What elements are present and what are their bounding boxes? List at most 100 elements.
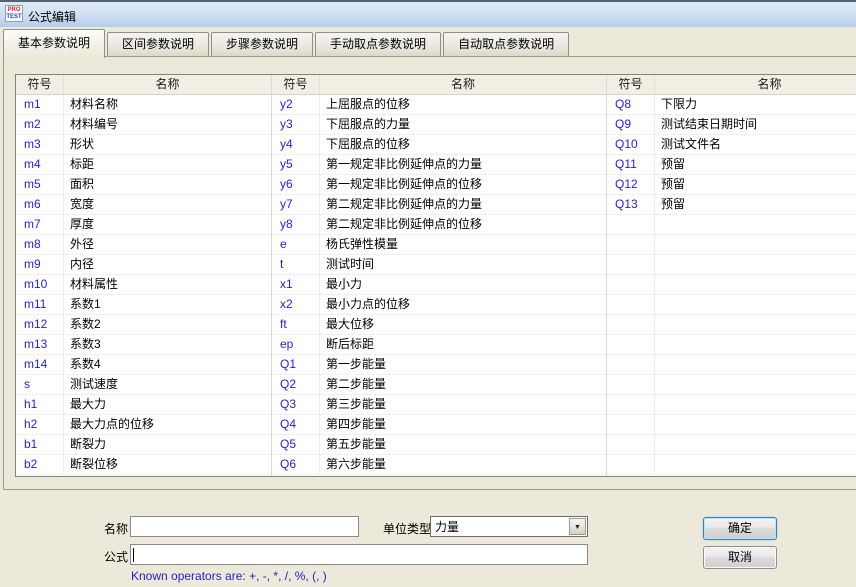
- table-row[interactable]: m3形状: [16, 135, 271, 155]
- table-header-row: 符号名称: [272, 75, 606, 95]
- parameter-name: 外径: [64, 235, 271, 254]
- cancel-button[interactable]: 取消: [703, 546, 777, 569]
- table-row[interactable]: m8外径: [16, 235, 271, 255]
- parameter-name: 材料属性: [64, 275, 271, 294]
- column-header-symbol: 符号: [16, 75, 64, 94]
- parameter-name: 第三步能量: [320, 395, 606, 414]
- text-caret: [133, 548, 134, 562]
- tab-strip: 基本参数说明 区间参数说明 步骤参数说明 手动取点参数说明 自动取点参数说明: [3, 28, 571, 57]
- formula-input[interactable]: [130, 544, 588, 565]
- parameter-symbol: [607, 215, 655, 234]
- table-row[interactable]: Q5第五步能量: [272, 435, 606, 455]
- table-row[interactable]: m14系数4: [16, 355, 271, 375]
- table-row[interactable]: e杨氏弹性模量: [272, 235, 606, 255]
- parameter-name: 测试结束日期时间: [655, 115, 856, 134]
- parameter-symbol: Q11: [607, 155, 655, 174]
- formula-label: 公式: [104, 548, 128, 565]
- parameter-name: [655, 415, 856, 434]
- parameter-symbol: Q5: [272, 435, 320, 454]
- tab-basic-params[interactable]: 基本参数说明: [3, 29, 105, 58]
- parameter-symbol: Q12: [607, 175, 655, 194]
- table-row[interactable]: s测试速度: [16, 375, 271, 395]
- table-row[interactable]: y3下屈服点的力量: [272, 115, 606, 135]
- parameter-name: [655, 455, 856, 474]
- table-row[interactable]: y8第二规定非比例延伸点的位移: [272, 215, 606, 235]
- table-row[interactable]: m4标距: [16, 155, 271, 175]
- parameter-symbol: e: [272, 235, 320, 254]
- tab-manual-point-params[interactable]: 手动取点参数说明: [315, 32, 441, 57]
- parameter-name: 测试速度: [64, 375, 271, 394]
- table-row: [607, 375, 856, 395]
- table-row[interactable]: b2断裂位移: [16, 455, 271, 475]
- table-row[interactable]: t测试时间: [272, 255, 606, 275]
- name-input[interactable]: [130, 516, 359, 537]
- parameter-symbol: [607, 255, 655, 274]
- parameter-name: 上屈服点的位移: [320, 95, 606, 114]
- parameter-symbol: Q1: [272, 355, 320, 374]
- parameter-symbol: Q2: [272, 375, 320, 394]
- table-row: [607, 455, 856, 475]
- table-row[interactable]: m2材料编号: [16, 115, 271, 135]
- table-row[interactable]: m9内径: [16, 255, 271, 275]
- parameter-name: 最大位移: [320, 315, 606, 334]
- parameter-name: 第二规定非比例延伸点的力量: [320, 195, 606, 214]
- table-row[interactable]: y2上屈服点的位移: [272, 95, 606, 115]
- table-row[interactable]: h2最大力点的位移: [16, 415, 271, 435]
- parameter-name: [655, 235, 856, 254]
- table-row[interactable]: ft最大位移: [272, 315, 606, 335]
- table-row[interactable]: ep断后标距: [272, 335, 606, 355]
- table-row[interactable]: h1最大力: [16, 395, 271, 415]
- table-row[interactable]: y7第二规定非比例延伸点的力量: [272, 195, 606, 215]
- parameter-symbol: y7: [272, 195, 320, 214]
- table-row[interactable]: Q6第六步能量: [272, 455, 606, 475]
- parameter-symbol: Q8: [607, 95, 655, 114]
- table-row[interactable]: m5面积: [16, 175, 271, 195]
- parameter-symbol: m4: [16, 155, 64, 174]
- table-row[interactable]: x1最小力: [272, 275, 606, 295]
- parameter-name: 面积: [64, 175, 271, 194]
- unit-type-select[interactable]: 力量 ▼: [430, 516, 588, 537]
- table-row[interactable]: m10材料属性: [16, 275, 271, 295]
- table-row[interactable]: Q1第一步能量: [272, 355, 606, 375]
- app-icon-text-bottom: TEST: [6, 14, 22, 21]
- table-row[interactable]: m11系数1: [16, 295, 271, 315]
- table-row[interactable]: m1材料名称: [16, 95, 271, 115]
- table-row[interactable]: m13系数3: [16, 335, 271, 355]
- ok-button[interactable]: 确定: [703, 517, 777, 540]
- table-row[interactable]: Q8下限力: [607, 95, 856, 115]
- tab-interval-params[interactable]: 区间参数说明: [107, 32, 209, 57]
- table-row[interactable]: m7厚度: [16, 215, 271, 235]
- tab-auto-point-params[interactable]: 自动取点参数说明: [443, 32, 569, 57]
- parameter-symbol: m5: [16, 175, 64, 194]
- parameter-symbol: m12: [16, 315, 64, 334]
- parameter-table-group-2: 符号名称y2上屈服点的位移y3下屈服点的力量y4下屈服点的位移y5第一规定非比例…: [272, 75, 607, 476]
- table-row[interactable]: Q11预留: [607, 155, 856, 175]
- table-row: [607, 415, 856, 435]
- table-row[interactable]: Q2第二步能量: [272, 375, 606, 395]
- table-row[interactable]: y6第一规定非比例延伸点的位移: [272, 175, 606, 195]
- unit-type-dropdown-button[interactable]: ▼: [569, 518, 586, 535]
- tab-step-params[interactable]: 步骤参数说明: [211, 32, 313, 57]
- table-row[interactable]: Q4第四步能量: [272, 415, 606, 435]
- table-row[interactable]: x2最小力点的位移: [272, 295, 606, 315]
- title-bar[interactable]: PRO TEST 公式编辑: [0, 0, 856, 27]
- parameter-name: 预留: [655, 175, 856, 194]
- table-row[interactable]: Q13预留: [607, 195, 856, 215]
- parameter-symbol: y2: [272, 95, 320, 114]
- parameter-symbol: h1: [16, 395, 64, 414]
- table-row[interactable]: y4下屈服点的位移: [272, 135, 606, 155]
- table-row[interactable]: Q9测试结束日期时间: [607, 115, 856, 135]
- table-row[interactable]: m6宽度: [16, 195, 271, 215]
- table-row[interactable]: b1断裂力: [16, 435, 271, 455]
- parameter-symbol: y8: [272, 215, 320, 234]
- table-row[interactable]: Q12预留: [607, 175, 856, 195]
- parameter-name: 预留: [655, 195, 856, 214]
- column-header-name: 名称: [320, 75, 606, 94]
- table-row[interactable]: Q3第三步能量: [272, 395, 606, 415]
- table-row[interactable]: m12系数2: [16, 315, 271, 335]
- parameter-symbol: b2: [16, 455, 64, 474]
- parameter-name: 标距: [64, 155, 271, 174]
- parameter-symbol: m8: [16, 235, 64, 254]
- table-row[interactable]: y5第一规定非比例延伸点的力量: [272, 155, 606, 175]
- table-row[interactable]: Q10测试文件名: [607, 135, 856, 155]
